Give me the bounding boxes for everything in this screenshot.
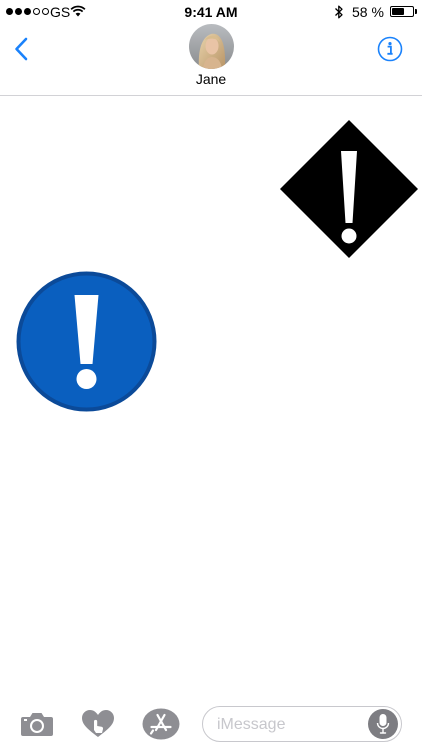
info-icon — [377, 36, 403, 62]
bluetooth-icon — [334, 4, 344, 25]
dictation-button[interactable] — [368, 709, 398, 739]
microphone-icon — [376, 714, 390, 734]
exclamation-circle-icon — [16, 271, 157, 412]
chevron-left-icon — [15, 37, 28, 61]
warning-diamond-icon — [280, 120, 418, 258]
contact-name[interactable]: Jane — [0, 71, 422, 87]
app-store-button[interactable] — [142, 708, 180, 740]
battery-cap — [415, 9, 417, 14]
status-bar: GS 9:41 AM 58 % — [0, 0, 422, 24]
digital-touch-button[interactable] — [80, 709, 116, 739]
camera-button[interactable] — [19, 709, 55, 739]
battery-percentage: 58 % — [352, 4, 384, 20]
conversation-header: Jane — [0, 24, 422, 96]
sent-sticker[interactable] — [279, 119, 419, 259]
battery-icon — [390, 6, 414, 17]
message-input[interactable] — [217, 715, 357, 735]
compose-bar — [0, 697, 422, 750]
back-button[interactable] — [8, 36, 34, 62]
battery-fill — [392, 8, 404, 15]
message-field — [202, 706, 402, 742]
camera-icon — [21, 713, 53, 736]
app-store-icon — [142, 708, 180, 740]
contact-avatar[interactable] — [189, 24, 234, 69]
info-button[interactable] — [377, 36, 403, 62]
message-list — [0, 97, 422, 695]
heart-touch-icon — [82, 710, 114, 737]
received-sticker[interactable] — [16, 271, 157, 412]
